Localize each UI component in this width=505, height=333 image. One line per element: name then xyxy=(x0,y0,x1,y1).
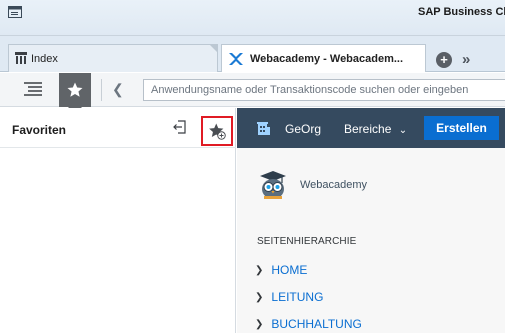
export-icon[interactable] xyxy=(172,119,188,135)
favorites-header: Favoriten xyxy=(0,108,236,148)
toolbar-divider xyxy=(101,79,102,101)
back-icon[interactable]: ❮ xyxy=(112,81,124,98)
menu-list-icon[interactable] xyxy=(22,81,44,99)
chevron-right-icon: ❯ xyxy=(255,318,264,330)
hierarchy-title: SEITENHIERARCHIE xyxy=(257,236,357,247)
tab-corner xyxy=(209,44,218,53)
geo-link[interactable]: GeOrg xyxy=(285,122,321,136)
hierarchy-item-leitung[interactable]: ❯ LEITUNG xyxy=(255,290,323,304)
chevron-right-icon: ❯ xyxy=(255,264,264,276)
toolbar: ❮ xyxy=(0,73,505,114)
star-icon xyxy=(67,82,83,97)
app-title: SAP Business Cli xyxy=(418,6,505,18)
areas-label: Bereiche xyxy=(344,122,392,136)
sap-icon xyxy=(229,53,243,65)
add-favorite-button[interactable] xyxy=(201,116,233,146)
more-tabs-icon[interactable]: » xyxy=(462,51,471,68)
create-button[interactable]: Erstellen xyxy=(424,116,499,140)
owl-logo-icon xyxy=(260,171,286,199)
title-bar: SAP Business Cli xyxy=(0,0,505,36)
tab-webacademy[interactable]: Webacademy - Webacadem... xyxy=(221,44,426,72)
building-icon[interactable] xyxy=(257,121,271,136)
hierarchy-item-label: LEITUNG xyxy=(271,290,324,304)
favorites-toggle-button[interactable] xyxy=(59,73,91,114)
tree-icon xyxy=(15,52,27,64)
brand[interactable]: Webacademy xyxy=(258,163,488,207)
hierarchy-item-label: HOME xyxy=(271,263,308,277)
favorites-title: Favoriten xyxy=(12,123,67,137)
chevron-down-icon: ⌄ xyxy=(398,125,408,136)
star-add-icon xyxy=(209,123,226,140)
add-tab-icon[interactable]: + xyxy=(436,51,452,68)
favorites-panel: Favoriten xyxy=(0,108,236,333)
chevron-right-icon: ❯ xyxy=(255,291,264,303)
search-input[interactable] xyxy=(143,79,505,101)
hierarchy-item-home[interactable]: ❯ HOME xyxy=(255,263,307,277)
tab-index[interactable]: Index xyxy=(8,44,218,72)
hierarchy-item-buchhaltung[interactable]: ❯ BUCHHALTUNG xyxy=(255,317,362,331)
brand-name: Webacademy xyxy=(300,179,368,191)
hierarchy-item-label: BUCHHALTUNG xyxy=(271,317,362,331)
tab-webacademy-label: Webacademy - Webacadem... xyxy=(250,52,404,65)
web-nav-bar: GeOrg Bereiche ⌄ Erstellen xyxy=(237,108,505,148)
web-content: GeOrg Bereiche ⌄ Erstellen Webacademy SE… xyxy=(237,108,505,333)
tab-actions: + » xyxy=(436,51,471,68)
areas-menu[interactable]: Bereiche ⌄ xyxy=(344,122,407,136)
window-menu-icon[interactable] xyxy=(8,6,22,18)
tab-index-label: Index xyxy=(31,52,58,65)
